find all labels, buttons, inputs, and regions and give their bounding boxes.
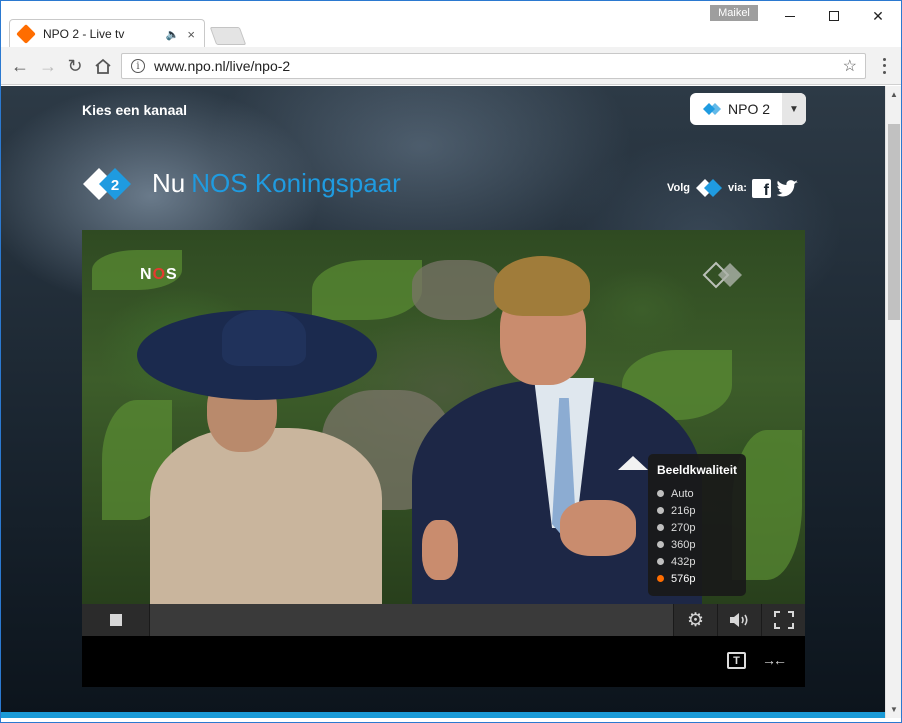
woman-shawl [150, 428, 382, 604]
home-button[interactable] [92, 55, 114, 77]
close-window-button[interactable]: ✕ [855, 1, 901, 31]
scroll-up-icon[interactable]: ▲ [890, 90, 898, 99]
radio-dot-icon [657, 558, 664, 565]
channel-dropdown[interactable]: NPO 2 ▼ [690, 93, 806, 125]
channel-prompt: Kies een kanaal [82, 102, 188, 118]
radio-dot-selected-icon [657, 575, 664, 582]
npo-favicon-icon [16, 24, 36, 44]
new-tab-button[interactable] [209, 27, 247, 45]
follow-via: via: [728, 182, 747, 194]
page-viewport: Kies een kanaal NPO 2 ▼ 2 Nu NOS Koningsp… [1, 86, 885, 718]
scroll-thumb[interactable] [888, 124, 900, 320]
minimize-icon [785, 15, 795, 17]
browser-menu-icon[interactable] [877, 56, 891, 76]
player-control-bar: ⚙ [82, 604, 805, 636]
title-bar: NPO 2 - Live tv 🔈 × Maikel ✕ [1, 1, 901, 47]
npo2-small-logo-icon [696, 179, 723, 197]
volume-icon [729, 613, 748, 627]
info-icon[interactable]: i [131, 59, 145, 73]
tab-close-icon[interactable]: × [187, 27, 195, 42]
scroll-down-icon[interactable]: ▼ [890, 705, 898, 714]
npo-logo-icon [703, 103, 721, 115]
quality-menu-title: Beeldkwaliteit [657, 463, 738, 477]
settings-button[interactable]: ⚙ [673, 604, 717, 636]
follow-section: Volg via: [667, 178, 799, 200]
address-bar[interactable]: i www.npo.nl/live/npo-2 ☆ [121, 53, 866, 79]
browser-window: NPO 2 - Live tv 🔈 × Maikel ✕ ← → ↻ i www… [0, 0, 902, 723]
follow-label: Volg [667, 182, 691, 194]
minimize-button[interactable] [767, 1, 813, 31]
quality-menu: Beeldkwaliteit Auto 216p 270p 360p 432p … [648, 454, 746, 596]
quality-option-216p[interactable]: 216p [657, 502, 746, 519]
fullscreen-icon [773, 611, 794, 629]
forward-button[interactable]: → [37, 55, 59, 77]
subtitles-button[interactable]: T [727, 652, 746, 669]
gear-icon: ⚙ [686, 609, 705, 631]
quality-option-270p[interactable]: 270p [657, 519, 746, 536]
footer-accent-strip [1, 712, 885, 718]
video-frame[interactable]: NOS Beeldkwaliteit Auto 216p 270p 360p 4… [82, 230, 805, 604]
maximize-icon [829, 11, 839, 21]
page-scrollbar[interactable]: ▲ ▼ [885, 86, 901, 718]
npo2-watermark-icon [702, 261, 742, 289]
reload-icon: ↻ [67, 55, 83, 76]
quality-option-360p[interactable]: 360p [657, 536, 746, 553]
woman-hat-crown [222, 310, 306, 366]
reload-button[interactable]: ↻ [64, 55, 86, 77]
facebook-icon[interactable] [751, 178, 771, 200]
browser-tab-content[interactable]: NPO 2 - Live tv 🔈 × [15, 23, 201, 45]
maximize-button[interactable] [811, 1, 857, 31]
collapse-player-button[interactable]: →← [760, 650, 787, 670]
channel-selected: NPO 2 [728, 101, 771, 117]
quality-option-576p[interactable]: 576p [657, 570, 746, 587]
tab-title: NPO 2 - Live tv [43, 27, 125, 41]
chevron-down-icon[interactable]: ▼ [782, 93, 806, 125]
now-playing-title: Nu NOS Koningspaar [152, 168, 401, 199]
man-hand-left [422, 520, 458, 580]
fullscreen-button[interactable] [761, 604, 805, 636]
now-prefix: Nu [152, 168, 186, 198]
stop-button[interactable] [82, 604, 150, 636]
npo2-logo-icon: 2 [83, 168, 131, 200]
player-secondary-bar: T →← [82, 636, 805, 687]
rock [412, 260, 502, 320]
quality-option-auto[interactable]: Auto [657, 485, 746, 502]
stop-icon [109, 614, 122, 626]
profile-badge[interactable]: Maikel [710, 5, 758, 21]
arrow-left-icon: ← [11, 55, 29, 76]
browser-toolbar: ← → ↻ i www.npo.nl/live/npo-2 ☆ [1, 47, 901, 85]
close-icon: ✕ [872, 7, 884, 24]
volume-button[interactable] [717, 604, 761, 636]
now-show-link[interactable]: NOS Koningspaar [191, 168, 401, 198]
home-icon [95, 58, 111, 74]
foliage [312, 260, 422, 320]
arrow-right-icon: → [39, 55, 57, 76]
radio-dot-icon [657, 541, 664, 548]
quality-option-432p[interactable]: 432p [657, 553, 746, 570]
bookmark-star-icon[interactable]: ☆ [843, 56, 857, 76]
url-text[interactable]: www.npo.nl/live/npo-2 [154, 58, 843, 74]
radio-dot-icon [657, 490, 664, 497]
nos-logo: NOS [140, 266, 178, 283]
speaker-icon[interactable]: 🔈 [166, 28, 180, 41]
man-hair [494, 256, 590, 316]
radio-dot-icon [657, 507, 664, 514]
progress-track[interactable] [150, 604, 673, 636]
man-hand-right [560, 500, 636, 556]
svg-text:2: 2 [111, 177, 119, 194]
video-player[interactable]: NOS Beeldkwaliteit Auto 216p 270p 360p 4… [82, 230, 805, 687]
twitter-icon[interactable] [776, 179, 799, 198]
radio-dot-icon [657, 524, 664, 531]
back-button[interactable]: ← [9, 55, 31, 77]
